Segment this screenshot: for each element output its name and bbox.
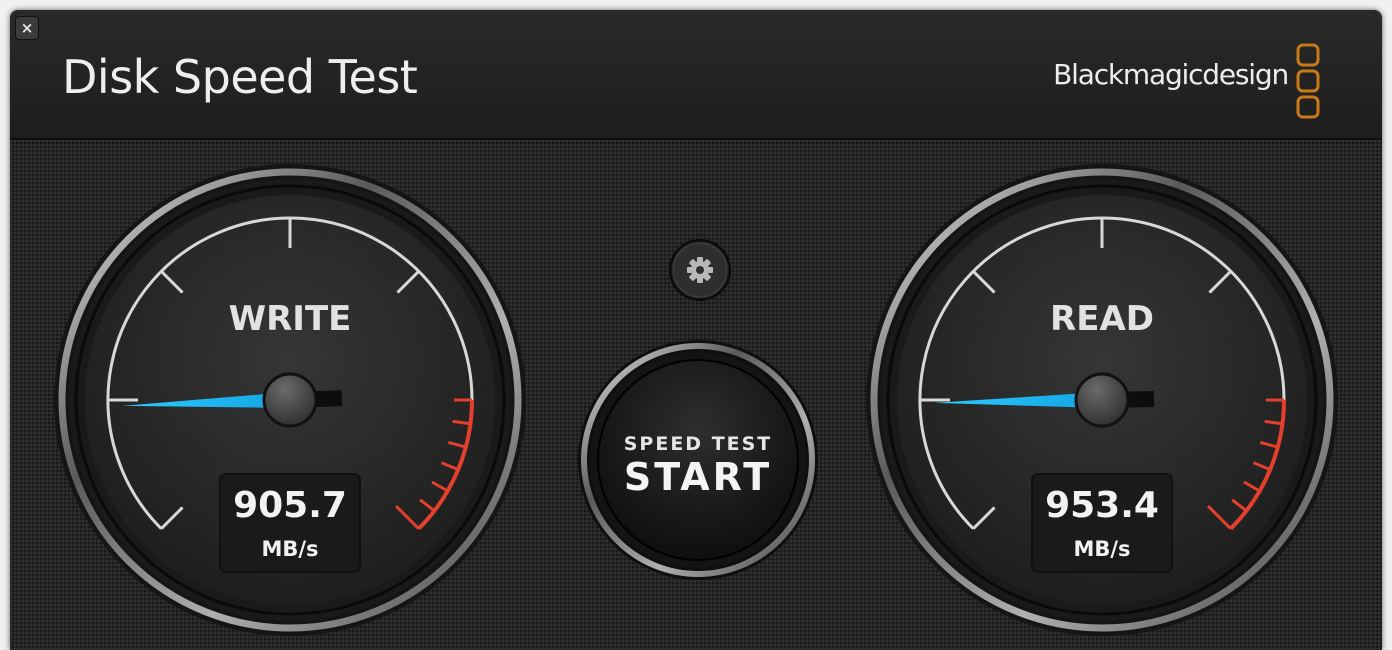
app-title: Disk Speed Test	[62, 50, 418, 104]
settings-button[interactable]	[669, 239, 731, 301]
read-needle-hub	[1074, 372, 1130, 428]
start-button-label: START	[624, 455, 772, 499]
write-needle-hub	[262, 372, 318, 428]
write-gauge: WRITE 905.7 MB/s	[54, 164, 526, 636]
write-value-display: 905.7 MB/s	[219, 473, 361, 573]
close-button[interactable]: ×	[15, 16, 39, 40]
read-gauge: READ 953.4 MB/s	[866, 164, 1338, 636]
read-gauge-label: READ	[1050, 299, 1154, 339]
read-unit: MB/s	[1073, 537, 1130, 561]
read-value: 953.4	[1045, 485, 1159, 526]
write-value: 905.7	[233, 485, 347, 526]
title-bar: × Disk Speed Test Blackmagicdesign	[10, 10, 1382, 140]
brand-name: Blackmagicdesign	[1053, 58, 1289, 91]
read-value-display: 953.4 MB/s	[1031, 473, 1173, 573]
write-unit: MB/s	[261, 537, 318, 561]
app-window: × Disk Speed Test Blackmagicdesign WRITE…	[10, 10, 1382, 650]
gear-icon	[687, 257, 713, 283]
start-button-caption: SPEED TEST	[624, 433, 773, 455]
start-speed-test-button[interactable]: SPEED TEST START	[578, 340, 818, 580]
write-gauge-label: WRITE	[229, 299, 352, 339]
brand-logo-icon	[1296, 43, 1320, 119]
main-panel: WRITE 905.7 MB/s READ 953.4 MB/s SPEED T…	[10, 140, 1382, 650]
